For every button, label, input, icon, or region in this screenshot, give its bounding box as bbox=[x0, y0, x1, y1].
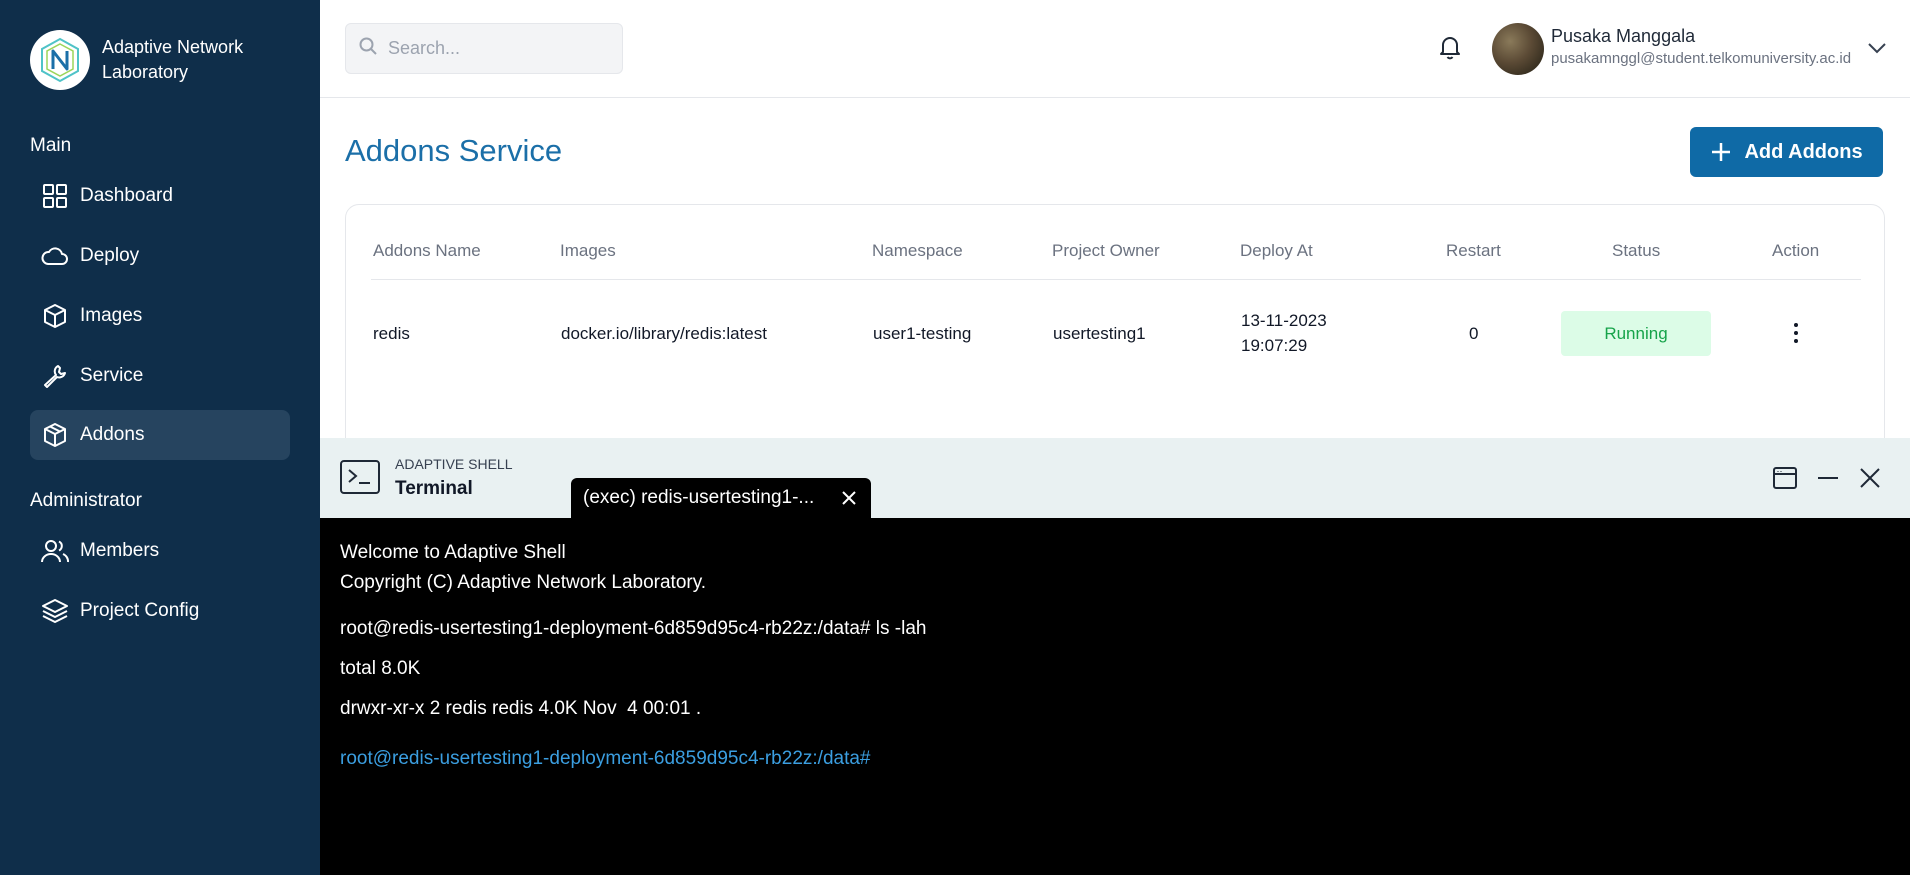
close-icon[interactable] bbox=[1855, 463, 1885, 493]
sidebar-item-label: Project Config bbox=[80, 600, 200, 621]
cell-deploy-time: 19:07:29 bbox=[1241, 336, 1308, 355]
window-icon[interactable] bbox=[1770, 463, 1800, 493]
sidebar-item-label: Addons bbox=[80, 424, 145, 445]
users-icon bbox=[40, 536, 70, 566]
terminal-line: Copyright (C) Adaptive Network Laborator… bbox=[340, 572, 707, 593]
sidebar-item-label: Dashboard bbox=[80, 185, 173, 206]
terminal-icon bbox=[340, 460, 380, 494]
sidebar: Adaptive Network Laboratory Main Dashboa… bbox=[0, 0, 320, 875]
column-header: Namespace bbox=[872, 241, 963, 260]
search-icon bbox=[358, 36, 378, 61]
avatar[interactable] bbox=[1492, 23, 1544, 75]
column-header: Addons Name bbox=[373, 241, 481, 260]
terminal-prompt[interactable]: root@redis-usertesting1-deployment-6d859… bbox=[340, 748, 871, 770]
section-label-administrator: Administrator bbox=[30, 490, 142, 511]
grid-icon bbox=[40, 181, 70, 211]
sidebar-item-dashboard[interactable]: Dashboard bbox=[30, 171, 290, 221]
cell-project-owner: usertesting1 bbox=[1053, 324, 1146, 343]
sidebar-item-label: Service bbox=[80, 365, 144, 386]
add-addons-label: Add Addons bbox=[1744, 140, 1863, 163]
terminal-line: Welcome to Adaptive Shell bbox=[340, 542, 566, 563]
section-label-main: Main bbox=[30, 135, 72, 156]
brand[interactable]: Adaptive Network Laboratory bbox=[30, 30, 262, 90]
more-actions-icon[interactable] bbox=[1786, 318, 1806, 348]
header-divider bbox=[371, 279, 1861, 280]
cell-restart: 0 bbox=[1469, 324, 1479, 343]
cell-addons-name: redis bbox=[373, 324, 410, 343]
sidebar-item-label: Deploy bbox=[80, 245, 140, 266]
terminal-output[interactable]: Welcome to Adaptive Shell Copyright (C) … bbox=[320, 518, 1910, 875]
cell-image: docker.io/library/redis:latest bbox=[561, 324, 767, 343]
terminal-header: ADAPTIVE SHELL Terminal (exec) redis-use… bbox=[320, 438, 1910, 518]
add-addons-button[interactable]: Add Addons bbox=[1690, 127, 1883, 177]
cloud-icon bbox=[40, 241, 70, 271]
cell-namespace: user1-testing bbox=[873, 324, 972, 343]
brand-name: Adaptive Network Laboratory bbox=[102, 37, 244, 82]
top-bar: Pusaka Manggala pusakamnggl@student.telk… bbox=[320, 0, 1910, 98]
addons-table: Addons Name Images Namespace Project Own… bbox=[345, 204, 1885, 454]
column-header: Restart bbox=[1446, 241, 1501, 260]
column-header: Action bbox=[1772, 241, 1820, 260]
status-badge: Running bbox=[1561, 311, 1711, 356]
user-name: Pusaka Manggala bbox=[1551, 26, 1696, 46]
terminal-line: total 8.0K bbox=[340, 658, 421, 679]
cell-deploy-date: 13-11-2023 bbox=[1241, 311, 1327, 330]
column-header: Status bbox=[1612, 241, 1661, 260]
terminal-subtitle: ADAPTIVE SHELL bbox=[395, 456, 513, 472]
brand-logo bbox=[30, 30, 90, 90]
sidebar-item-service[interactable]: Service bbox=[30, 351, 290, 401]
sidebar-item-project-config[interactable]: Project Config bbox=[30, 586, 290, 636]
search-input[interactable] bbox=[388, 38, 608, 59]
sidebar-item-images[interactable]: Images bbox=[30, 291, 290, 341]
wrench-icon bbox=[40, 361, 70, 391]
column-header: Project Owner bbox=[1052, 241, 1160, 260]
sidebar-item-deploy[interactable]: Deploy bbox=[30, 231, 290, 281]
terminal-line: drwxr-xr-x 2 redis redis 4.0K Nov 4 00:0… bbox=[340, 698, 702, 719]
layers-icon bbox=[40, 596, 70, 626]
user-email: pusakamnggl@student.telkomuniversity.ac.… bbox=[1551, 50, 1852, 67]
chevron-down-icon[interactable] bbox=[1865, 36, 1889, 60]
terminal-line: root@redis-usertesting1-deployment-6d859… bbox=[340, 618, 927, 639]
terminal-title: Terminal bbox=[395, 478, 473, 499]
sidebar-item-label: Images bbox=[80, 305, 143, 326]
column-header: Images bbox=[560, 241, 616, 260]
terminal-tab-label: (exec) redis-usertesting1-... bbox=[583, 487, 815, 508]
minimize-icon[interactable] bbox=[1813, 463, 1843, 493]
page-title: Addons Service bbox=[345, 133, 563, 168]
column-header: Deploy At bbox=[1240, 241, 1313, 260]
search-box[interactable] bbox=[345, 23, 623, 74]
sidebar-item-addons[interactable]: Addons bbox=[30, 410, 290, 460]
notification-bell-icon[interactable] bbox=[1435, 32, 1465, 62]
package-icon bbox=[40, 420, 70, 450]
terminal-tab[interactable]: (exec) redis-usertesting1-... bbox=[571, 478, 871, 518]
cube-icon bbox=[40, 301, 70, 331]
sidebar-item-members[interactable]: Members bbox=[30, 526, 290, 576]
plus-icon bbox=[1710, 141, 1732, 163]
close-icon[interactable] bbox=[839, 488, 859, 508]
sidebar-item-label: Members bbox=[80, 540, 160, 561]
